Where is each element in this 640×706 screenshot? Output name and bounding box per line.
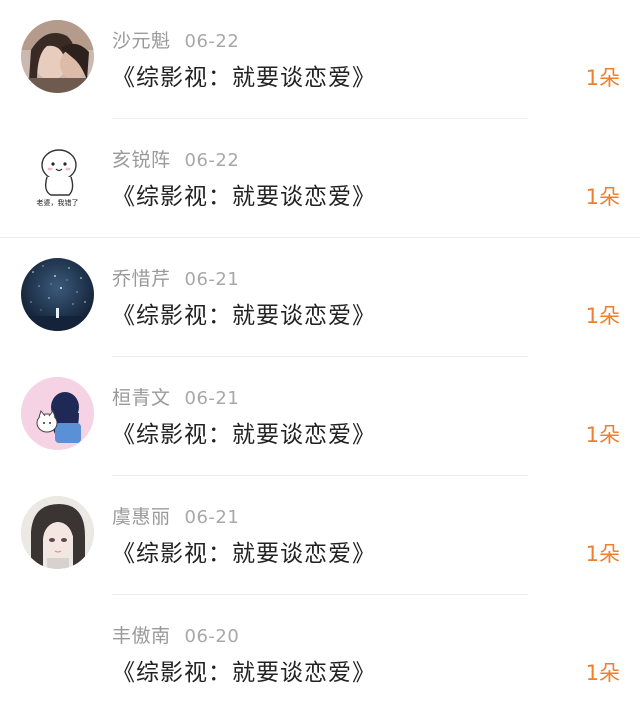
anime-girl-avatar[interactable] — [21, 496, 94, 569]
illustrated-girl-cat-avatar[interactable] — [21, 377, 94, 450]
item-date: 06-22 — [184, 150, 240, 171]
starry-night-avatar[interactable] — [21, 258, 94, 331]
item-meta: 虞惠丽 06-21 — [112, 502, 239, 529]
flower-count: 1朵 — [585, 66, 620, 90]
list-item[interactable]: 桓青文 06-21 《综影视：就要谈恋爱》 1朵 — [0, 357, 640, 476]
list-item[interactable]: 乔惜芹 06-21 《综影视：就要谈恋爱》 1朵 — [0, 238, 640, 357]
flower-count: 1朵 — [585, 423, 620, 447]
list-item[interactable]: 老婆，我错了 亥锐阵 06-22 《综影视：就要谈恋爱》 1朵 — [0, 119, 640, 238]
item-date: 06-21 — [184, 269, 240, 290]
item-date: 06-21 — [184, 388, 240, 409]
book-title[interactable]: 《综影视：就要谈恋爱》 — [112, 177, 376, 211]
item-date: 06-21 — [184, 507, 240, 528]
book-title[interactable]: 《综影视：就要谈恋爱》 — [112, 58, 376, 92]
reward-list: 沙元魁 06-22 《综影视：就要谈恋爱》 1朵 老婆，我错了 亥锐阵 06-22 … — [0, 0, 640, 706]
book-title[interactable]: 《综影视：就要谈恋爱》 — [112, 415, 376, 449]
item-meta: 丰傲南 06-20 — [112, 621, 239, 648]
user-name[interactable]: 亥锐阵 — [112, 149, 171, 171]
flower-count: 1朵 — [585, 304, 620, 328]
list-item[interactable]: 丰傲南 06-20 《综影视：就要谈恋爱》 1朵 — [0, 595, 640, 706]
item-date: 06-22 — [184, 31, 240, 52]
avatar-caption: 老婆，我错了 — [37, 198, 79, 207]
user-name[interactable]: 丰傲南 — [112, 625, 171, 647]
user-name[interactable]: 乔惜芹 — [112, 268, 171, 290]
cartoon-blob-avatar[interactable]: 老婆，我错了 — [21, 139, 94, 212]
photo-girl-avatar[interactable] — [21, 20, 94, 93]
flower-count: 1朵 — [585, 185, 620, 209]
flower-count: 1朵 — [585, 542, 620, 566]
item-meta: 亥锐阵 06-22 — [112, 145, 239, 172]
user-name[interactable]: 沙元魁 — [112, 30, 171, 52]
user-name[interactable]: 虞惠丽 — [112, 506, 171, 528]
item-meta: 沙元魁 06-22 — [112, 26, 239, 53]
list-item[interactable]: 虞惠丽 06-21 《综影视：就要谈恋爱》 1朵 — [0, 476, 640, 595]
book-title[interactable]: 《综影视：就要谈恋爱》 — [112, 296, 376, 330]
user-name[interactable]: 桓青文 — [112, 387, 171, 409]
book-title[interactable]: 《综影视：就要谈恋爱》 — [112, 653, 376, 687]
item-date: 06-20 — [184, 626, 240, 647]
item-meta: 桓青文 06-21 — [112, 383, 239, 410]
list-item[interactable]: 沙元魁 06-22 《综影视：就要谈恋爱》 1朵 — [0, 0, 640, 119]
book-title[interactable]: 《综影视：就要谈恋爱》 — [112, 534, 376, 568]
flower-count: 1朵 — [585, 661, 620, 685]
item-meta: 乔惜芹 06-21 — [112, 264, 239, 291]
